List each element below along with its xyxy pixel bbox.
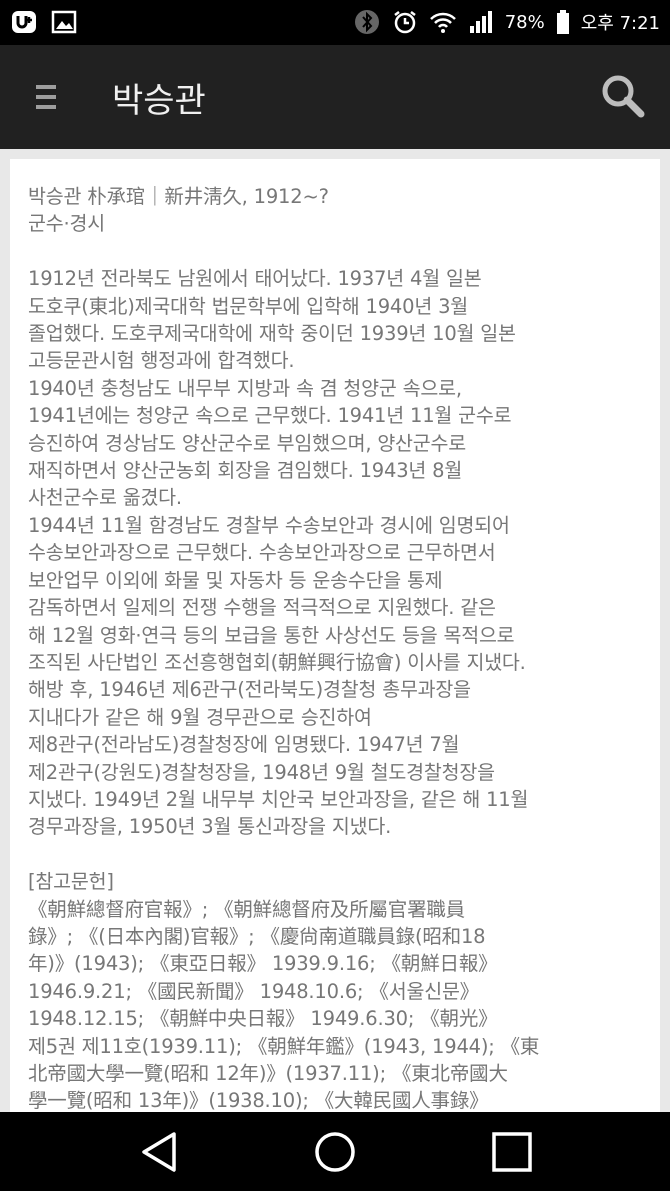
u-plus-icon	[12, 11, 36, 33]
search-button[interactable]	[598, 71, 648, 121]
home-button[interactable]	[313, 1130, 357, 1174]
content-area: 박승관 朴承琯｜新井淸久, 1912~? 군수·경시 1912년 전라북도 남원…	[0, 149, 670, 1112]
article-text: 박승관 朴承琯｜新井淸久, 1912~? 군수·경시 1912년 전라북도 남원…	[28, 183, 650, 1112]
status-bar: 78% 오후 7:21	[0, 0, 670, 45]
recent-apps-button[interactable]	[490, 1130, 534, 1174]
bluetooth-icon	[354, 10, 379, 34]
navigation-bar	[0, 1112, 670, 1191]
gallery-icon	[51, 10, 77, 34]
article-header-line2: 군수·경시	[28, 212, 105, 236]
app-toolbar: 박승관	[0, 45, 670, 149]
battery-percent: 78%	[504, 11, 545, 33]
article-card[interactable]: 박승관 朴承琯｜新井淸久, 1912~? 군수·경시 1912년 전라북도 남원…	[10, 159, 660, 1112]
references-heading: [참고문헌]	[28, 870, 114, 894]
menu-icon-bar	[36, 95, 56, 99]
recent-apps-icon	[492, 1132, 532, 1172]
menu-icon-bar	[36, 105, 56, 109]
back-button[interactable]	[138, 1130, 182, 1174]
clock: 오후 7:21	[580, 13, 660, 34]
wifi-icon	[429, 12, 456, 33]
menu-button[interactable]	[30, 79, 64, 115]
signal-icon	[469, 11, 492, 33]
back-icon	[142, 1132, 176, 1172]
home-icon	[315, 1132, 355, 1172]
battery-icon	[556, 10, 569, 34]
search-icon	[602, 75, 645, 118]
article-body: 1912년 전라북도 남원에서 태어났다. 1937년 4월 일본 도호쿠(東北…	[28, 267, 529, 839]
references-list: 《朝鮮總督府官報》; 《朝鮮總督府及所屬官署職員 錄》; 《(日本內閣)官報》;…	[28, 897, 540, 1112]
menu-icon	[36, 85, 56, 89]
page-title: 박승관	[112, 81, 206, 121]
article-header-line1: 박승관 朴承琯｜新井淸久, 1912~?	[28, 185, 329, 208]
alarm-icon	[393, 11, 416, 34]
